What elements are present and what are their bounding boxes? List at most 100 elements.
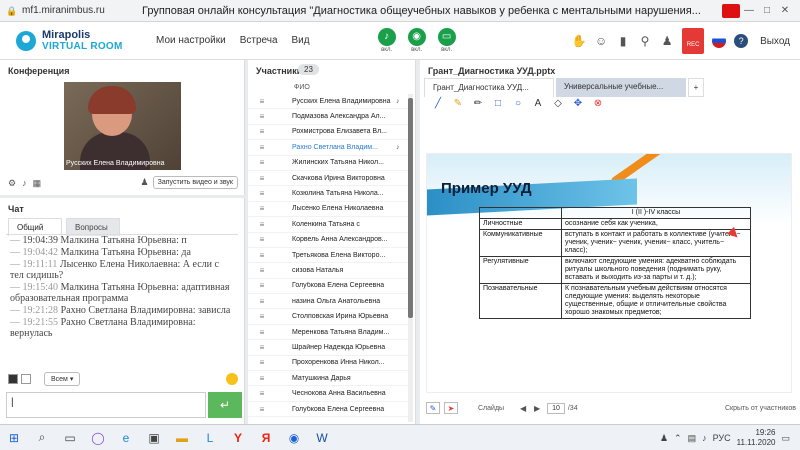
layout-icon[interactable]: ▦ [33,178,42,189]
alice-icon[interactable]: ◯ [84,431,112,445]
drag-handle-icon[interactable]: ≡ [252,174,272,183]
participant-row[interactable]: ≡ Меренкова Татьяна Владим... [248,325,408,341]
task-view-icon[interactable]: ▭ [56,431,84,445]
drag-handle-icon[interactable]: ≡ [252,374,272,383]
volume-icon[interactable]: ♪ [702,433,707,443]
hide-from-participants[interactable]: Скрыть от участников [725,405,796,412]
participant-row[interactable]: ≡ Третьякова Елена Викторо... [248,248,408,264]
drag-handle-icon[interactable]: ≡ [252,220,272,229]
drag-handle-icon[interactable]: ≡ [252,266,272,275]
column-header-name[interactable]: ФИО [294,84,310,91]
yandex-icon[interactable] [722,3,740,18]
share-icon[interactable]: ⚲ [634,34,656,48]
clear-icon[interactable]: ⊗ [588,98,608,109]
microphone-toggle[interactable]: ♪ вкл. [374,28,400,53]
yandex-browser-icon[interactable]: Y [224,431,252,445]
store-icon[interactable]: ▣ [140,431,168,445]
chevron-up-icon[interactable]: ⌃ [674,433,682,444]
nav-my-settings[interactable]: Мои настройки [156,35,226,46]
participant-row[interactable]: ≡ Подмазова Александра Ал... [248,109,408,125]
participant-row[interactable]: ≡ Голубкова Елена Сергеевна [248,279,408,295]
network-icon[interactable]: ▤ [688,433,697,444]
raise-hand-icon[interactable]: ✋ [568,34,590,48]
add-file-button[interactable]: + [688,78,704,97]
app-icon[interactable]: ◉ [280,431,308,445]
stats-icon[interactable]: ▮ [612,34,634,48]
search-icon[interactable]: ⌕ [28,430,56,445]
participant-row[interactable]: ≡ Голубкова Елена Сергеевна [248,402,408,418]
record-button[interactable]: REC [682,28,705,54]
participant-row[interactable]: ≡ Матушкина Дарья [248,371,408,387]
drag-handle-icon[interactable]: ≡ [252,235,272,244]
clock[interactable]: 19:26 11.11.2020 [737,428,776,448]
emoji-icon[interactable] [226,373,238,385]
chat-input[interactable]: | [6,392,206,418]
drag-handle-icon[interactable]: ≡ [252,343,272,352]
participants-scrollbar[interactable] [408,94,413,422]
drag-handle-icon[interactable]: ≡ [252,312,272,321]
notification-icon[interactable]: ▭ [781,433,790,444]
windows-start-icon[interactable]: ⊞ [0,431,28,445]
drag-handle-icon[interactable]: ≡ [252,189,272,198]
cursor-mode-icon[interactable]: ➤ [444,402,458,414]
word-icon[interactable]: W [308,431,336,445]
bg-color-swatch[interactable] [21,374,31,384]
prev-slide-button[interactable]: ◀ [516,404,530,413]
drag-handle-icon[interactable]: ≡ [252,389,272,398]
drag-handle-icon[interactable]: ≡ [252,358,272,367]
drag-handle-icon[interactable]: ≡ [252,328,272,337]
participant-row[interactable]: ≡ Лысенко Елена Николаевна [248,202,408,218]
participant-row[interactable]: ≡ Скачкова Ирина Викторовна [248,171,408,187]
drag-handle-icon[interactable]: ≡ [252,204,272,213]
drag-handle-icon[interactable]: ≡ [252,143,272,152]
exit-button[interactable]: Выход [760,36,790,47]
pen-icon[interactable]: ╱ [428,98,448,109]
maximize-button[interactable]: □ [758,5,776,16]
nav-meeting[interactable]: Встреча [240,35,278,46]
camera-toggle[interactable]: ◉ вкл. [404,28,430,53]
edge-icon[interactable]: e [112,431,140,445]
recipient-select[interactable]: Всем ▾ [44,372,81,386]
draw-mode-icon[interactable]: ✎ [426,402,440,414]
app-l-icon[interactable]: L [196,431,224,445]
eraser-icon[interactable]: ◇ [548,98,568,109]
screen-toggle[interactable]: ▭ вкл. [434,28,460,53]
participant-row[interactable]: ≡ Коленкина Татьяна с [248,217,408,233]
drag-handle-icon[interactable]: ≡ [252,297,272,306]
launch-video-select[interactable]: Запустить видео и звук [152,176,238,189]
marker-icon[interactable]: ✏ [468,98,488,109]
slides-label[interactable]: Слайды [478,405,504,412]
yandex-icon[interactable]: Я [252,431,280,445]
close-window-button[interactable]: ✕ [776,5,794,16]
tab-file-2[interactable]: Универсальные учебные... [556,78,686,97]
tab-file-1[interactable]: Грант_Диагностика УУД... [424,78,554,97]
send-button[interactable]: ↵ [208,392,242,418]
participant-row[interactable]: ≡ Козюлина Татьяна Никола... [248,186,408,202]
highlighter-icon[interactable]: ✎ [448,98,468,109]
language-indicator[interactable]: РУС [713,433,731,443]
help-button[interactable]: ? [734,34,749,48]
participant-row[interactable]: ≡ Чеснокова Анна Васильевна [248,386,408,402]
nav-view[interactable]: Вид [292,35,310,46]
participant-row[interactable]: ≡ Прохоренкова Инна Никол... [248,356,408,372]
minimize-button[interactable]: — [740,5,758,16]
participant-row[interactable]: ≡ Корвель Анна Александров... [248,233,408,248]
drag-handle-icon[interactable]: ≡ [252,112,272,121]
chat-messages[interactable]: — 19:04:39 Малкина Татьяна Юрьевна: п — … [6,234,238,368]
address-bar[interactable]: mf1.miranimbus.ru [22,5,142,16]
participant-row[interactable]: ≡ Рахно Светлана Владим... ♪ [248,140,408,156]
participant-row[interactable]: ≡ сизова Наталья [248,263,408,279]
rectangle-icon[interactable]: □ [488,98,508,109]
camera-settings-icon[interactable]: ⚙ [8,178,16,189]
participant-row[interactable]: ≡ назина Ольга Анатольевна [248,294,408,310]
people-icon[interactable]: ♟ [656,34,678,48]
drag-handle-icon[interactable]: ≡ [252,251,272,260]
text-icon[interactable]: A [528,98,548,109]
participant-row[interactable]: ≡ Русских Елена Владимировна ♪ [248,94,408,110]
ellipse-icon[interactable]: ○ [508,98,528,109]
participant-row[interactable]: ≡ Жилинских Татьяна Никол... [248,156,408,171]
emoji-icon[interactable]: ☺ [590,34,612,48]
language-flag-icon[interactable] [712,34,727,48]
drag-handle-icon[interactable]: ≡ [252,97,272,106]
next-slide-button[interactable]: ▶ [530,404,544,413]
